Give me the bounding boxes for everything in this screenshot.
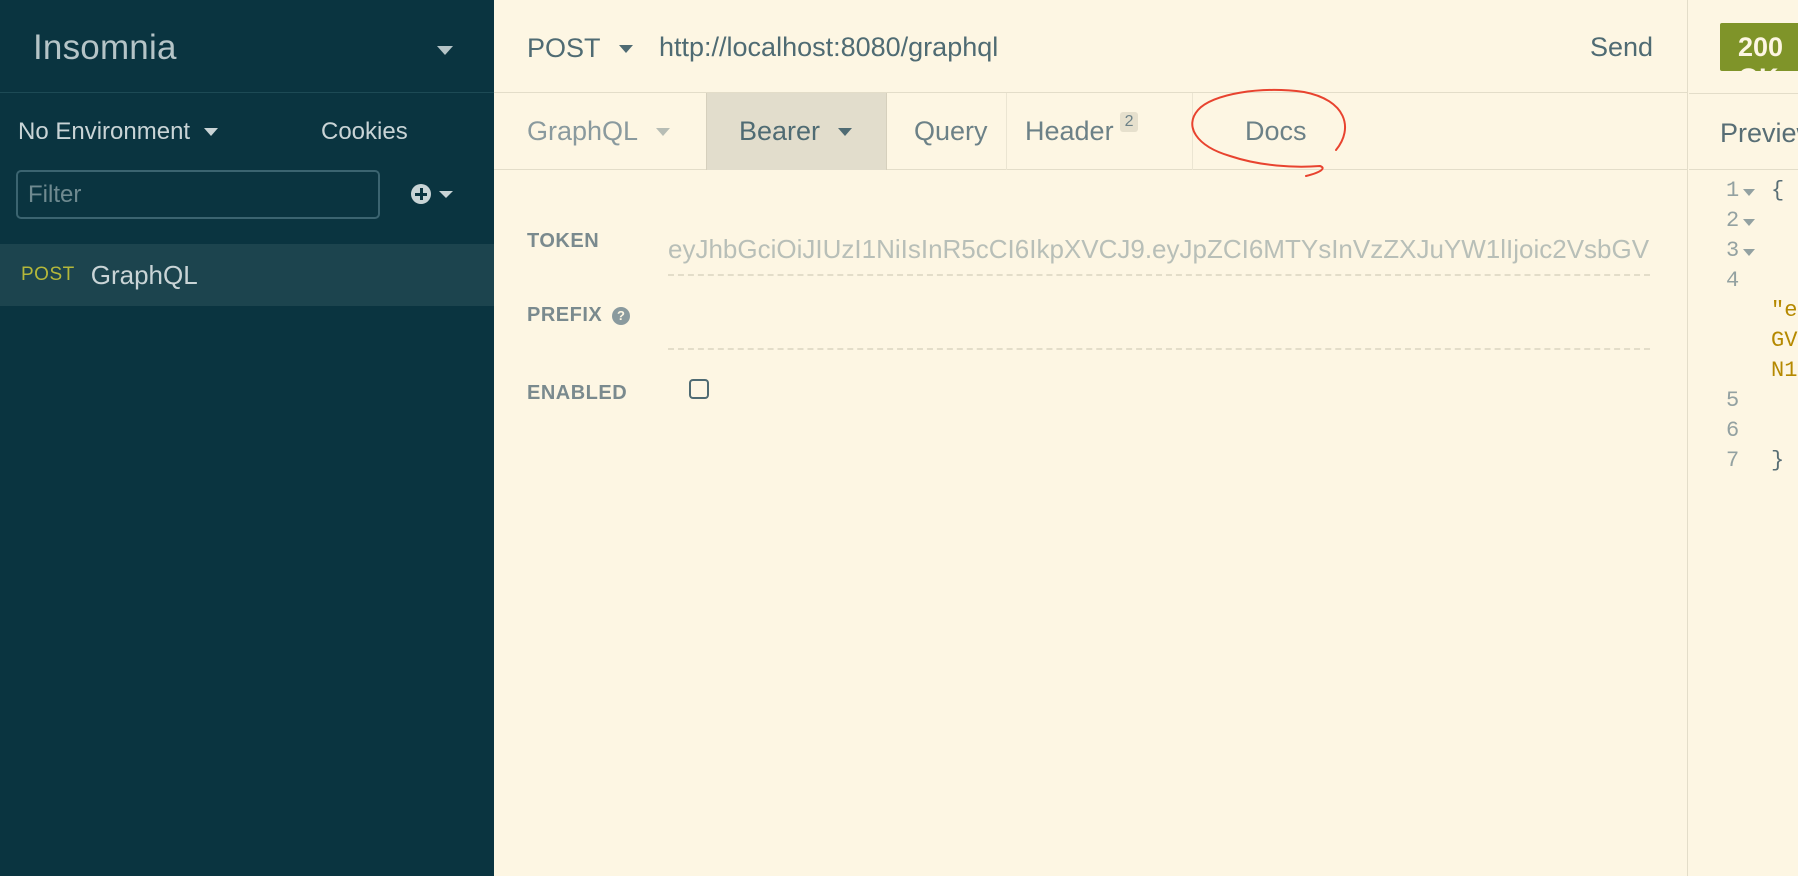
- method-label: POST: [527, 33, 601, 63]
- fold-toggle-icon[interactable]: [1743, 189, 1755, 196]
- method-dropdown[interactable]: POST: [527, 33, 633, 64]
- code-text: }: [1771, 448, 1785, 473]
- token-input[interactable]: [668, 224, 1650, 276]
- chevron-down-icon: [838, 127, 853, 136]
- line-number: 2: [1726, 208, 1740, 233]
- sidebar-request-item[interactable]: POST GraphQL: [0, 244, 494, 306]
- workspace-title: Insomnia: [33, 28, 177, 67]
- tab-auth[interactable]: Bearer: [706, 93, 887, 170]
- line-number: 7: [1726, 448, 1740, 473]
- prefix-label: PREFIX ?: [527, 304, 631, 327]
- enabled-label-text: ENABLED: [527, 382, 628, 404]
- chevron-down-icon[interactable]: [437, 46, 453, 55]
- tab-docs[interactable]: Docs: [1193, 93, 1307, 170]
- tab-query[interactable]: Query: [887, 93, 1007, 170]
- chevron-down-icon: [656, 127, 671, 136]
- line-number: 3: [1726, 238, 1740, 263]
- status-badge: 200 OK: [1720, 23, 1798, 93]
- tab-body-label: GraphQL: [527, 116, 639, 146]
- code-text: "e: [1771, 298, 1798, 323]
- sidebar: Insomnia No Environment Cookies POST Gra…: [0, 0, 494, 876]
- tab-header[interactable]: Header 2: [1007, 93, 1193, 170]
- tab-preview[interactable]: Preview: [1720, 118, 1798, 149]
- url-bar: POST Send: [494, 0, 1688, 93]
- fold-toggle-icon[interactable]: [1743, 219, 1755, 226]
- response-tabs: Preview: [1689, 93, 1798, 170]
- add-request-button[interactable]: [411, 184, 453, 204]
- filter-input[interactable]: [16, 170, 380, 219]
- tab-query-label: Query: [914, 116, 988, 146]
- help-icon[interactable]: ?: [612, 306, 631, 325]
- chevron-down-icon: [618, 44, 633, 53]
- header-count-badge: 2: [1119, 111, 1139, 132]
- enabled-label: ENABLED: [527, 382, 627, 405]
- cookies-button[interactable]: Cookies: [321, 118, 408, 146]
- fold-toggle-icon[interactable]: [1743, 249, 1755, 256]
- chevron-down-icon: [204, 128, 219, 136]
- workspace-header[interactable]: Insomnia: [0, 0, 494, 93]
- url-input[interactable]: [659, 32, 1539, 63]
- line-number: 5: [1726, 388, 1740, 413]
- request-name-label: GraphQL: [90, 259, 198, 290]
- tab-auth-label: Bearer: [739, 116, 821, 146]
- environment-label: No Environment: [18, 118, 191, 145]
- prefix-label-text: PREFIX: [527, 304, 603, 326]
- request-method-label: POST: [21, 264, 75, 285]
- send-button[interactable]: Send: [1590, 32, 1653, 63]
- tab-body[interactable]: GraphQL: [527, 93, 671, 170]
- tab-docs-label: Docs: [1245, 116, 1307, 146]
- prefix-input[interactable]: [668, 298, 1650, 350]
- token-label-text: TOKEN: [527, 230, 600, 252]
- enabled-checkbox[interactable]: [689, 379, 709, 399]
- line-number: 6: [1726, 418, 1740, 443]
- request-tabs: GraphQL Bearer Query Header 2 Docs: [494, 93, 1688, 170]
- line-number: 1: [1726, 178, 1740, 203]
- chevron-down-icon: [439, 190, 453, 198]
- code-text: {: [1771, 178, 1785, 203]
- environment-dropdown[interactable]: No Environment: [18, 118, 219, 146]
- tab-header-label: Header: [1025, 116, 1114, 146]
- token-label: TOKEN: [527, 230, 599, 253]
- line-number: 4: [1726, 268, 1740, 293]
- plus-circle-icon: [411, 184, 431, 204]
- code-text: GV: [1771, 328, 1798, 353]
- request-pane: POST Send GraphQL Bearer Query Header 2 …: [494, 0, 1688, 876]
- response-pane: 200 OK Preview 1 {2 3 4 "e GV N1 5 6 7}: [1689, 0, 1798, 876]
- code-text: N1: [1771, 358, 1798, 383]
